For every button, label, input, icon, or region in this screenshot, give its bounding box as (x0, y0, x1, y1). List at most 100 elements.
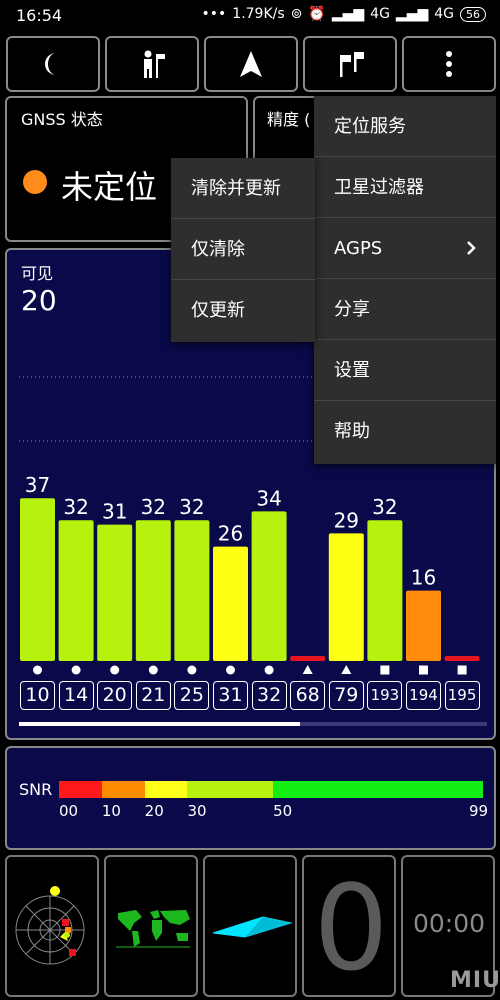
signal-bar (174, 520, 210, 661)
snr-scale-segment (144, 781, 188, 798)
gps-marker-icon (226, 665, 235, 675)
snr-scale-segment (187, 781, 274, 798)
people-button[interactable] (105, 36, 199, 92)
people-icon (144, 50, 165, 78)
prn-label: 20 (97, 681, 133, 710)
menu-item-clear-and-update[interactable]: 清除并更新 (171, 158, 315, 219)
snr-tick-label: 30 (187, 802, 207, 820)
prn-label: 193 (367, 681, 403, 710)
signal-bar (328, 533, 364, 661)
glonass-marker-icon (341, 665, 352, 674)
radar-icon (15, 886, 85, 965)
signal-icon-2: ▂▄▆ (395, 6, 429, 22)
qzss-marker-icon (380, 665, 390, 675)
bar-value-label: 32 (63, 495, 88, 519)
gps-marker-icon (33, 665, 42, 675)
world-map-tile[interactable] (104, 855, 198, 997)
prn-label: 10 (20, 681, 55, 710)
signal-bar (58, 520, 94, 661)
prn-label: 32 (251, 681, 287, 710)
prn-label: 68 (290, 681, 326, 710)
night-mode-button[interactable] (6, 36, 100, 92)
prn-label: 195 (444, 681, 480, 710)
signal-type-2: 4G (434, 6, 454, 22)
gps-marker-icon (148, 665, 158, 675)
gps-marker-icon (264, 665, 274, 675)
snr-tick-label: 00 (59, 802, 79, 820)
bar-value-label: 32 (141, 495, 166, 519)
signal-bar (97, 524, 133, 661)
snr-scale-segment (59, 781, 102, 798)
bar-value-label: 32 (179, 495, 204, 519)
snr-color-scale (59, 781, 483, 798)
flags-icon (340, 52, 364, 77)
bar-value-label: 34 (256, 486, 281, 510)
overflow-menu: 定位服务 卫星过滤器 AGPS 分享 设置 帮助 (314, 96, 496, 464)
signal-bar (213, 546, 248, 661)
more-vert-icon (446, 51, 452, 77)
snr-tick-label: 50 (273, 802, 293, 820)
bar-value-label: 16 (411, 566, 436, 590)
menu-item-agps[interactable]: AGPS (314, 218, 496, 279)
status-bar: 16:54 ••• 1.79K/s ⊚ ⏰ ▂▄▆ 4G ▂▄▆ 4G 56 (0, 0, 500, 32)
qzss-marker-icon (419, 665, 428, 675)
fix-status-dot (23, 170, 47, 194)
miui-watermark: MIUI (450, 968, 500, 993)
snr-tick-label: 20 (144, 802, 164, 820)
menu-item-update-only[interactable]: 仅更新 (171, 280, 315, 341)
menu-item-agps-label: AGPS (334, 238, 383, 259)
hotspot-icon: ⊚ (290, 6, 303, 22)
snr-tick-label: 10 (101, 802, 121, 820)
world-map-icon (116, 909, 190, 948)
battery-icon: 56 (460, 6, 486, 22)
prn-label: 194 (406, 681, 441, 710)
bar-value-label: 32 (372, 495, 397, 519)
prn-label: 79 (328, 681, 364, 710)
more-notifications-icon: ••• (201, 6, 227, 22)
prn-label: 31 (213, 681, 248, 710)
gps-marker-icon (187, 665, 197, 675)
scroll-thumb[interactable] (19, 722, 300, 726)
signal-bar (444, 656, 480, 661)
snr-scale-segment (101, 781, 145, 798)
gps-marker-icon (110, 665, 120, 675)
status-indicators: ••• 1.79K/s ⊚ ⏰ ▂▄▆ 4G ▂▄▆ 4G 56 (202, 6, 486, 22)
bar-value-label: 26 (218, 522, 243, 546)
menu-item-clear-only[interactable]: 仅清除 (171, 219, 315, 280)
prn-label: 14 (58, 681, 94, 710)
menu-item-share[interactable]: 分享 (314, 279, 496, 340)
qzss-marker-icon (457, 665, 467, 675)
snr-scale-segment (273, 781, 483, 798)
signal-icon-1: ▂▄▆ (331, 6, 365, 22)
signal-bar (251, 511, 287, 661)
signal-type-1: 4G (370, 6, 390, 22)
radar-tile[interactable] (5, 855, 99, 997)
scroll-track[interactable] (19, 722, 487, 726)
alarm-icon: ⏰ (308, 6, 326, 22)
bar-value-label: 29 (334, 508, 359, 532)
overflow-menu-button[interactable] (402, 36, 496, 92)
menu-item-location-services[interactable]: 定位服务 (314, 96, 496, 157)
signal-bar (406, 590, 441, 661)
gnss-status-title: GNSS 状态 (21, 110, 103, 129)
prn-label: 21 (135, 681, 171, 710)
menu-item-help[interactable]: 帮助 (314, 401, 496, 462)
status-time: 16:54 (16, 6, 63, 25)
bar-value-label: 37 (25, 473, 50, 497)
prn-label: 25 (174, 681, 210, 710)
menu-item-satellite-filter[interactable]: 卫星过滤器 (314, 157, 496, 218)
waypoints-button[interactable] (303, 36, 397, 92)
navigate-button[interactable] (204, 36, 298, 92)
network-speed: 1.79K/s (232, 6, 285, 22)
glonass-marker-icon (302, 665, 313, 674)
navigation-arrow-icon (240, 51, 262, 77)
chevron-right-icon (467, 241, 476, 255)
speed-value: 0 (313, 859, 389, 997)
signal-bar (367, 520, 403, 661)
snr-legend-panel: SNR 00 10 20 30 50 99 (5, 746, 496, 850)
compass-needle-icon (212, 916, 293, 938)
compass-tile[interactable] (203, 855, 297, 997)
fix-status-text: 未定位 (61, 168, 158, 206)
menu-item-settings[interactable]: 设置 (314, 340, 496, 401)
speed-tile[interactable]: 0 (302, 855, 396, 997)
